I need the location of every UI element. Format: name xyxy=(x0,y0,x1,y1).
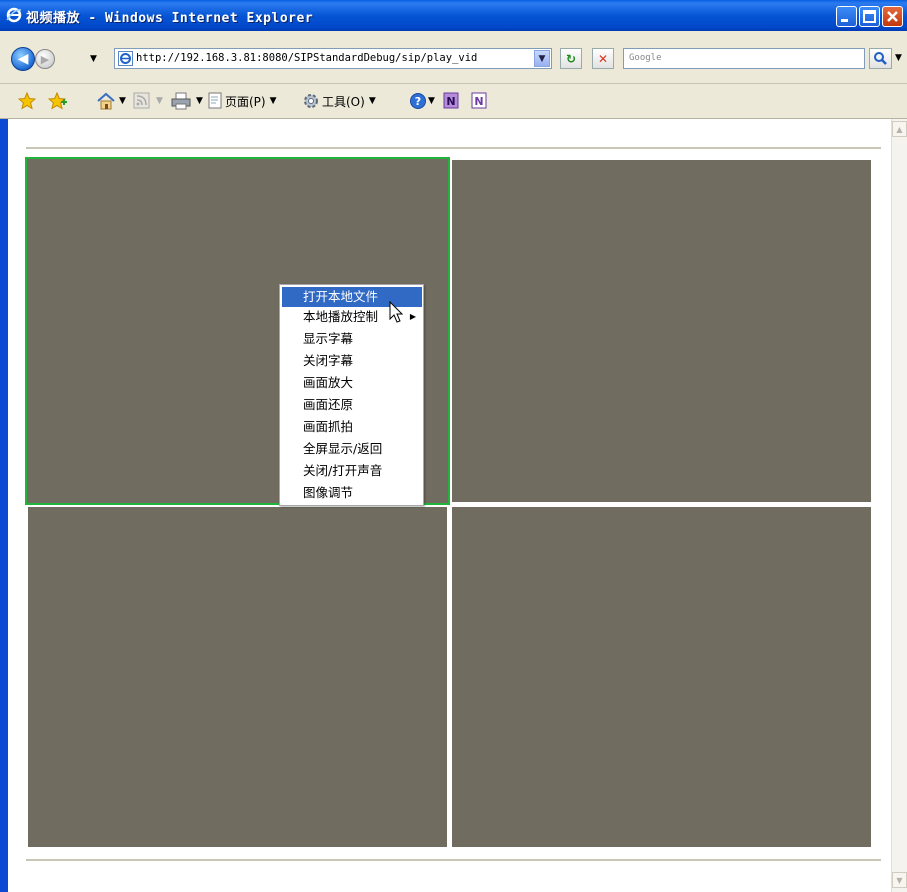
chevron-up-icon: ▲ xyxy=(896,124,903,134)
ie-logo-icon xyxy=(6,7,22,23)
submenu-arrow-icon: ▶ xyxy=(409,312,416,321)
forward-button[interactable]: ▶ xyxy=(35,49,55,69)
menu-item-show-subtitles[interactable]: 显示字幕 xyxy=(282,329,422,349)
onenote-linked-icon[interactable]: N xyxy=(469,91,489,111)
forward-arrow-icon: ▶ xyxy=(40,52,50,66)
add-favorite-icon[interactable] xyxy=(48,91,68,111)
window-border xyxy=(0,119,8,892)
back-arrow-icon: ◀ xyxy=(17,51,29,67)
print-dropdown-icon[interactable]: ▼ xyxy=(196,91,203,111)
print-icon[interactable] xyxy=(171,91,191,111)
gear-icon xyxy=(304,94,318,108)
page-menu-label: 页面(P) xyxy=(225,94,266,109)
video-panel-4[interactable] xyxy=(452,507,871,847)
bottom-divider xyxy=(26,859,881,861)
search-input[interactable]: Google xyxy=(629,53,662,63)
menu-item-snapshot[interactable]: 画面抓拍 xyxy=(282,417,422,437)
menu-item-image-adjust[interactable]: 图像调节 xyxy=(282,483,422,503)
page-icon xyxy=(208,92,222,109)
search-icon xyxy=(874,52,887,65)
menu-item-close-subtitles[interactable]: 关闭字幕 xyxy=(282,351,422,371)
rss-dropdown-icon: ▼ xyxy=(156,96,163,106)
menu-item-restore-view[interactable]: 画面还原 xyxy=(282,395,422,415)
address-bar[interactable]: http://192.168.3.81:8080/SIPStandardDebu… xyxy=(114,48,552,69)
scroll-down-button[interactable]: ▼ xyxy=(892,872,907,888)
ie-page-icon xyxy=(118,51,133,66)
favorites-star-icon[interactable] xyxy=(18,91,36,111)
maximize-button[interactable] xyxy=(859,6,880,27)
history-dropdown-icon[interactable]: ▼ xyxy=(90,54,97,64)
svg-text:?: ? xyxy=(415,95,421,108)
close-icon xyxy=(887,11,898,22)
help-dropdown-icon: ▼ xyxy=(428,96,435,106)
maximize-icon xyxy=(863,10,876,23)
vertical-scrollbar[interactable]: ▲ ▼ xyxy=(891,119,907,892)
video-panel-3[interactable] xyxy=(28,507,447,847)
video-panel-2[interactable] xyxy=(452,160,871,502)
search-button[interactable] xyxy=(869,48,892,69)
address-dropdown-button[interactable]: ▼ xyxy=(534,50,550,67)
menu-item-toggle-sound[interactable]: 关闭/打开声音 xyxy=(282,461,422,481)
rss-feed-icon[interactable] xyxy=(133,91,151,111)
help-button[interactable]: ? ▼ xyxy=(409,91,435,111)
tools-menu-label: 工具(O) xyxy=(322,94,365,109)
svg-text:N: N xyxy=(446,95,455,108)
search-options-icon[interactable]: ▼ xyxy=(895,53,902,63)
menu-item-fullscreen-toggle[interactable]: 全屏显示/返回 xyxy=(282,439,422,459)
tools-dropdown-icon: ▼ xyxy=(368,96,376,106)
address-input[interactable]: http://192.168.3.81:8080/SIPStandardDebu… xyxy=(136,52,526,64)
refresh-icon: ↻ xyxy=(565,51,577,66)
stop-icon: ✕ xyxy=(597,51,609,66)
help-icon: ? xyxy=(410,93,426,109)
minimize-icon xyxy=(841,19,848,22)
window-title: 视频播放 - Windows Internet Explorer xyxy=(26,11,314,26)
menu-item-zoom-in[interactable]: 画面放大 xyxy=(282,373,422,393)
minimize-button[interactable] xyxy=(836,6,857,27)
top-divider xyxy=(26,147,881,149)
chevron-down-icon: ▼ xyxy=(896,875,903,885)
stop-button[interactable]: ✕ xyxy=(592,48,614,69)
search-box[interactable]: Google xyxy=(623,48,865,69)
page-menu-button[interactable]: 页面(P) ▼ xyxy=(208,91,277,111)
scroll-up-button[interactable]: ▲ xyxy=(892,121,907,137)
mouse-pointer-icon xyxy=(389,301,404,323)
tools-menu-button[interactable]: 工具(O) ▼ xyxy=(302,91,376,111)
chevron-down-icon: ▼ xyxy=(538,53,546,64)
refresh-button[interactable]: ↻ xyxy=(560,48,582,69)
svg-text:N: N xyxy=(474,95,483,108)
title-bar: 视频播放 - Windows Internet Explorer xyxy=(0,0,907,31)
home-dropdown-icon[interactable]: ▼ xyxy=(119,91,126,111)
back-button[interactable]: ◀ xyxy=(11,47,35,71)
home-icon[interactable] xyxy=(96,91,116,111)
page-dropdown-icon: ▼ xyxy=(269,96,277,106)
onenote-icon[interactable]: N xyxy=(441,91,461,111)
close-button[interactable] xyxy=(882,6,903,27)
